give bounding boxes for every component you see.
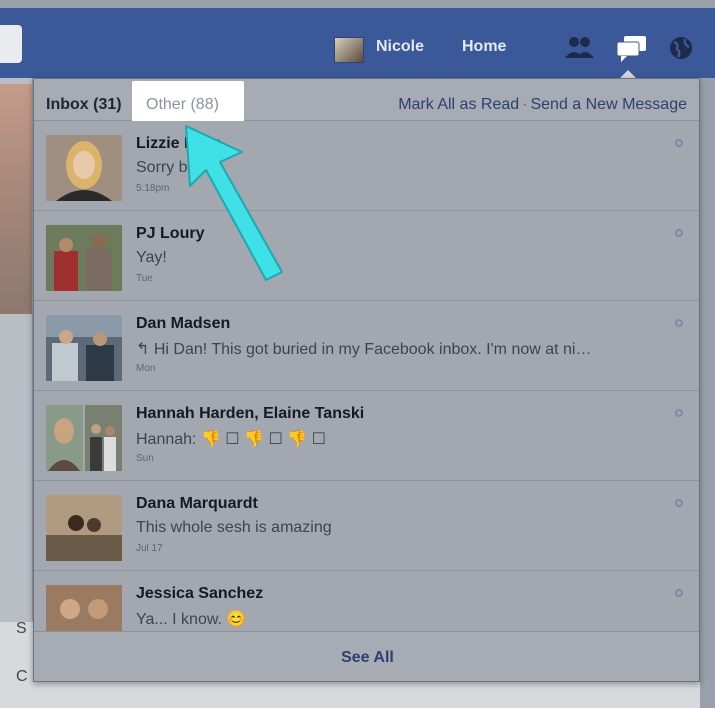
mark-read-toggle[interactable]: [675, 589, 683, 597]
avatar: [46, 495, 122, 561]
sender-name: Lizzie Fuhr: [136, 135, 220, 152]
sender-name: Jessica Sanchez: [136, 585, 264, 602]
tab-other-label: Other (88): [146, 96, 219, 113]
avatar: [46, 315, 122, 381]
home-link[interactable]: Home: [462, 38, 506, 56]
sender-name: Hannah Harden, Elaine Tanski: [136, 405, 365, 422]
action-separator: ·: [522, 96, 528, 113]
messages-icon[interactable]: [614, 32, 650, 64]
message-snippet: Ya... I know. 😊: [136, 611, 247, 628]
message-row[interactable]: Hannah Harden, Elaine Tanski Hannah: 👎 ☐…: [34, 391, 699, 481]
message-row[interactable]: Dan Madsen ↰ Hi Dan! This got buried in …: [34, 301, 699, 391]
message-time: Jul 17: [136, 543, 163, 554]
message-list: Lizzie Fuhr Sorry babe 5:18pm PJ Loury Y…: [34, 121, 699, 631]
message-row[interactable]: Dana Marquardt This whole sesh is amazin…: [34, 481, 699, 571]
mark-read-toggle[interactable]: [675, 229, 683, 237]
message-row[interactable]: PJ Loury Yay! Tue: [34, 211, 699, 301]
avatar: [46, 585, 122, 631]
globe-icon[interactable]: [664, 32, 700, 64]
see-all-link[interactable]: See All: [34, 649, 699, 667]
message-time: Mon: [136, 363, 156, 374]
message-time: 5:18pm: [136, 183, 170, 194]
background-photo: [0, 84, 32, 314]
friends-icon[interactable]: [562, 32, 598, 64]
search-input[interactable]: [0, 25, 22, 63]
flyout-footer: See All: [34, 631, 699, 681]
mark-read-toggle[interactable]: [675, 499, 683, 507]
flyout-header: Inbox (31) Other (88) Mark All as Read · S…: [34, 79, 699, 129]
message-row[interactable]: Jessica Sanchez Ya... I know. 😊: [34, 571, 699, 631]
tab-inbox[interactable]: Inbox (31): [46, 96, 122, 114]
avatar: [46, 135, 122, 201]
sender-name: PJ Loury: [136, 225, 205, 242]
background-text-fragment: C: [16, 668, 28, 685]
mark-read-toggle[interactable]: [675, 319, 683, 327]
sender-name: Dan Madsen: [136, 315, 231, 332]
background-text-fragment: S: [16, 620, 27, 637]
message-time: Sun: [136, 453, 154, 464]
mark-read-toggle[interactable]: [675, 409, 683, 417]
message-row[interactable]: Lizzie Fuhr Sorry babe 5:18pm: [34, 121, 699, 211]
profile-link[interactable]: Nicole: [376, 38, 424, 56]
message-time: Tue: [136, 273, 153, 284]
message-snippet: ↰ Hi Dan! This got buried in my Facebook…: [136, 341, 592, 358]
sender-name: Dana Marquardt: [136, 495, 258, 512]
message-snippet: Hannah: 👎 ☐ 👎 ☐ 👎 ☐: [136, 431, 326, 448]
group-avatar: [46, 405, 122, 471]
top-navigation-bar: Nicole Home: [0, 8, 715, 80]
mark-all-read-link[interactable]: Mark All as Read: [398, 96, 519, 113]
message-snippet: This whole sesh is amazing: [136, 519, 332, 536]
mark-read-toggle[interactable]: [675, 139, 683, 147]
user-avatar[interactable]: [334, 37, 364, 63]
message-snippet: Sorry babe: [136, 159, 215, 176]
message-snippet: Yay!: [136, 249, 167, 266]
header-actions: Mark All as Read · Send a New Message: [398, 96, 687, 114]
send-new-message-link[interactable]: Send a New Message: [530, 96, 687, 113]
avatar: [46, 225, 122, 291]
messages-flyout: Inbox (31) Other (88) Mark All as Read · S…: [33, 78, 700, 682]
